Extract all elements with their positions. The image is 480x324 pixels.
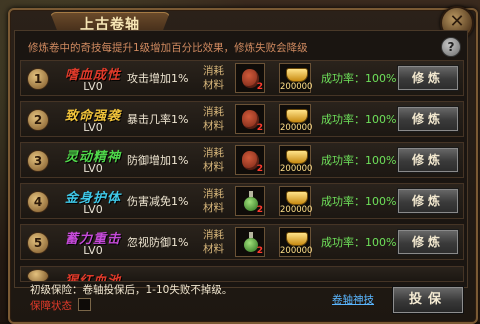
cultivate-button[interactable]: 修炼 xyxy=(397,229,459,255)
skill-index-badge: 2 xyxy=(27,109,49,131)
skill-effect: 防御增加1% xyxy=(127,154,189,167)
cost-label-material: 材料 xyxy=(203,161,224,173)
cost-label-consume: 消耗 xyxy=(203,65,224,77)
success-rate: 成功率：100% xyxy=(321,195,397,208)
cost-label-consume: 消耗 xyxy=(203,229,224,241)
success-rate: 成功率：100% xyxy=(321,113,397,126)
skill-name: 猩红血池 xyxy=(64,274,121,282)
gold-slot[interactable]: 200000 xyxy=(279,227,313,257)
success-rate: 成功率：100% xyxy=(321,72,397,85)
skill-level: LV0 xyxy=(83,121,103,134)
material-quantity: 2 xyxy=(256,82,263,92)
cultivate-button[interactable]: 修炼 xyxy=(397,188,459,214)
skill-index-badge: 1 xyxy=(27,68,49,90)
gold-slot[interactable]: 200000 xyxy=(279,63,313,93)
skill-level: LV0 xyxy=(83,244,103,257)
skill-index-badge xyxy=(27,269,49,281)
skill-level: LV0 xyxy=(83,203,103,216)
material-quantity: 2 xyxy=(256,246,263,256)
insure-button[interactable]: 投保 xyxy=(392,286,464,314)
skill-row-partial: 猩红血池 xyxy=(20,266,464,282)
gold-ingot-icon xyxy=(286,150,308,164)
material-quantity: 2 xyxy=(256,205,263,215)
material-quantity: 2 xyxy=(256,164,263,174)
skill-effect: 攻击增加1% xyxy=(127,72,189,85)
skill-row: 4 金身护体 LV0 伤害减免1% 消耗 材料 2 200000 成功率：100% 修炼 xyxy=(20,183,464,219)
gold-ingot-icon xyxy=(286,191,308,205)
gold-slot[interactable]: 200000 xyxy=(279,186,313,216)
gold-slot[interactable]: 200000 xyxy=(279,104,313,134)
material-slot[interactable]: 2 xyxy=(235,227,265,257)
material-slot[interactable]: 2 xyxy=(235,145,265,175)
cost-label: 消耗 材料 xyxy=(203,187,224,215)
cost-label-consume: 消耗 xyxy=(203,106,224,118)
skill-row: 2 致命强袭 LV0 暴击几率1% 消耗 材料 2 200000 成功率：100% 修炼 xyxy=(20,101,464,137)
skill-effect: 暴击几率1% xyxy=(127,113,189,126)
cost-label-material: 材料 xyxy=(203,79,224,91)
gold-slot[interactable]: 200000 xyxy=(279,145,313,175)
gold-quantity: 200000 xyxy=(280,164,313,174)
success-rate: 成功率：100% xyxy=(321,154,397,167)
cost-label-material: 材料 xyxy=(203,202,224,214)
help-icon[interactable]: ? xyxy=(441,37,461,57)
skill-index-badge: 3 xyxy=(27,150,49,172)
scroll-divine-skill-link[interactable]: 卷轴神技 xyxy=(332,292,374,307)
cost-label-consume: 消耗 xyxy=(203,188,224,200)
skill-row: 1 嗜血成性 LV0 攻击增加1% 消耗 材料 2 200000 成功率：100% 修炼 xyxy=(20,60,464,96)
cultivate-button[interactable]: 修炼 xyxy=(397,147,459,173)
cost-label: 消耗 材料 xyxy=(203,228,224,256)
material-slot[interactable]: 2 xyxy=(235,104,265,134)
skill-row: 3 灵动精神 LV0 防御增加1% 消耗 材料 2 200000 成功率：100% 修炼 xyxy=(20,142,464,178)
gold-quantity: 200000 xyxy=(280,205,313,215)
cost-label: 消耗 材料 xyxy=(203,64,224,92)
protection-status-label: 保障状态 xyxy=(30,300,72,312)
info-text: 修炼卷中的奇技每提升1级增加百分比效果，修炼失败会降级 xyxy=(28,42,308,54)
skill-row: 5 蓄力重击 LV0 忽视防御1% 消耗 材料 2 200000 成功率：100% 修炼 xyxy=(20,224,464,260)
skill-level: LV0 xyxy=(83,162,103,175)
cost-label: 消耗 材料 xyxy=(203,146,224,174)
skill-effect: 忽视防御1% xyxy=(127,236,189,249)
basic-protection-text: 初级保险：卷轴投保后，1-10失败不掉级。 xyxy=(30,284,233,296)
cost-label-material: 材料 xyxy=(203,243,224,255)
gold-quantity: 200000 xyxy=(280,246,313,256)
gold-quantity: 200000 xyxy=(280,82,313,92)
cost-label-consume: 消耗 xyxy=(203,147,224,159)
cost-label-material: 材料 xyxy=(203,120,224,132)
skill-effect: 伤害减免1% xyxy=(127,195,189,208)
cultivate-button[interactable]: 修炼 xyxy=(397,106,459,132)
skill-index-badge: 5 xyxy=(27,232,49,254)
skill-index-badge: 4 xyxy=(27,191,49,213)
gold-quantity: 200000 xyxy=(280,123,313,133)
success-rate: 成功率：100% xyxy=(321,236,397,249)
skill-level: LV0 xyxy=(83,80,103,93)
protection-checkbox[interactable] xyxy=(78,298,91,311)
cultivate-button[interactable]: 修炼 xyxy=(397,65,459,91)
material-quantity: 2 xyxy=(256,123,263,133)
material-slot[interactable]: 2 xyxy=(235,186,265,216)
material-slot[interactable]: 2 xyxy=(235,63,265,93)
gold-ingot-icon xyxy=(286,232,308,246)
gold-ingot-icon xyxy=(286,68,308,82)
cost-label: 消耗 材料 xyxy=(203,105,224,133)
gold-ingot-icon xyxy=(286,109,308,123)
